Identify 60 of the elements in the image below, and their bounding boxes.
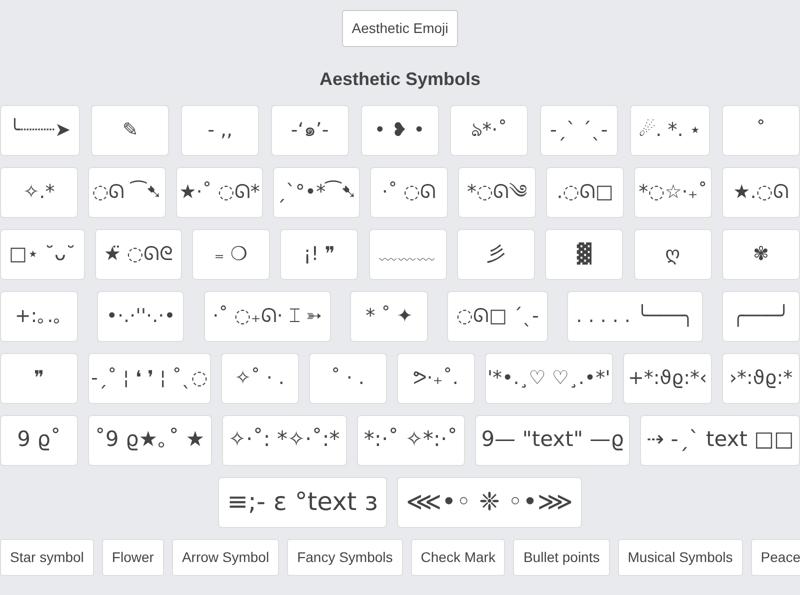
section-heading: Aesthetic Symbols [319,69,481,91]
category-link[interactable]: Star symbol [0,538,94,576]
symbol-tile[interactable]: ╰┈┈┈➤ [0,104,80,156]
aesthetic-emoji-button[interactable]: Aesthetic Emoji [342,10,458,47]
symbol-tile[interactable]: ✎ [91,104,170,156]
symbol-tile[interactable]: 彡 [456,228,535,280]
symbol-tile[interactable]: ╭───╯ [722,290,800,342]
symbol-tile[interactable]: □⋆ ˘ᴗ˘ [0,228,85,280]
symbol-tile[interactable]: ·˚ ◌ᘏ [370,166,448,218]
category-link[interactable]: Check Mark [410,538,506,576]
symbol-tile[interactable]: .◌ᘏ□ [546,166,624,218]
symbol-tile[interactable]: ★·˚ ◌ᘏ* [176,166,264,218]
symbol-tile[interactable]: -‘๑’- [270,104,349,156]
symbol-tile[interactable]: -ˏˋ ˊˎ- [540,104,618,156]
symbol-tile[interactable]: ✧.* [0,166,78,218]
symbol-tile[interactable]: ✧˚ · . [220,352,299,404]
symbol-tile[interactable]: ᕗ·₊˚. [396,352,475,404]
symbol-tile[interactable]: •·.·''·.·• [97,290,184,342]
symbol-tile[interactable]: ঌ*·˚ [450,104,528,156]
category-link[interactable]: Flower [102,538,164,576]
symbol-tile[interactable]: ₌ ❍ [192,228,270,280]
symbol-tile[interactable]: ⇢ -ˏˋ text □□ [640,414,800,466]
symbol-tile[interactable]: ˚ · . [308,352,387,404]
category-link[interactable]: Bullet points [513,538,610,576]
category-link[interactable]: Fancy Symbols [287,538,403,576]
symbol-tile[interactable]: ·˚ ◌₊ᘏ· ⌶ ➳ [204,290,331,342]
symbol-tile[interactable]: . . . . . ╰───╮ [567,290,703,342]
symbol-tile[interactable]: ❞ [0,352,78,404]
symbol-tile[interactable]: *◌ᘏ༄ [458,166,536,218]
category-link[interactable]: Arrow Symbol [172,538,280,576]
symbol-tile[interactable]: - ,, [181,104,260,156]
symbol-tile[interactable]: ★.◌ᘏ [722,166,800,218]
symbol-tile[interactable]: ﹏﹏﹏ [368,228,447,280]
symbol-tile[interactable]: ◌ᘏ□ ˊˎ- [447,290,548,342]
symbol-tile[interactable]: '*•.¸♡ ♡¸.•*' [484,352,614,404]
symbol-tile[interactable]: ˚ [722,104,800,156]
category-link[interactable]: Peace [750,538,800,576]
symbol-tile[interactable]: ▓ [545,228,624,280]
symbol-tile[interactable]: ⋘•◦ ❈ ◦•⋙ [396,476,582,528]
symbol-tile[interactable]: -ˏ˚ ¦ ❛ ❜ ¦ ˚ˎ◌ [88,352,211,404]
symbol-tile[interactable]: ☄. *. ⋆ [630,104,710,156]
symbol-tile[interactable]: ˏˋ°•*⁀➷ [273,166,360,218]
symbol-tile[interactable]: ✾ [722,228,800,280]
symbol-tile[interactable]: ¡! ❞ [280,228,358,280]
symbol-tile[interactable]: *◌☆·₊˚ [634,166,712,218]
category-link[interactable]: Musical Symbols [618,538,743,576]
symbol-tile[interactable]: 9— "text" —ϱ [474,414,630,466]
symbol-tile[interactable]: * ˚ ✦ [350,290,428,342]
symbol-tile[interactable]: ★̈ ◌ᘏᘓ [94,228,182,280]
symbol-tile[interactable]: +:｡.｡ [0,290,78,342]
symbol-tile[interactable]: ღ [634,228,712,280]
symbol-tile[interactable]: • ❥ • [360,104,438,156]
symbol-tile[interactable]: +*:ϑϱ:*‹ [623,352,712,404]
symbol-tile[interactable]: ˚9 ϱ★｡˚ ★ [88,414,212,466]
symbol-tile[interactable]: 9 ϱ˚ [0,414,78,466]
symbol-tile[interactable]: ◌ᘏ ⁀➷ [88,166,166,218]
symbol-tile[interactable]: *:·˚ ✧*:·˚ [356,414,465,466]
symbol-tile[interactable]: ✧·˚: *✧·˚:* [222,414,347,466]
symbol-tile[interactable]: ›*:ϑϱ:* [722,352,800,404]
symbol-tile[interactable]: ≡;- ɛ °text ɜ [218,476,387,528]
